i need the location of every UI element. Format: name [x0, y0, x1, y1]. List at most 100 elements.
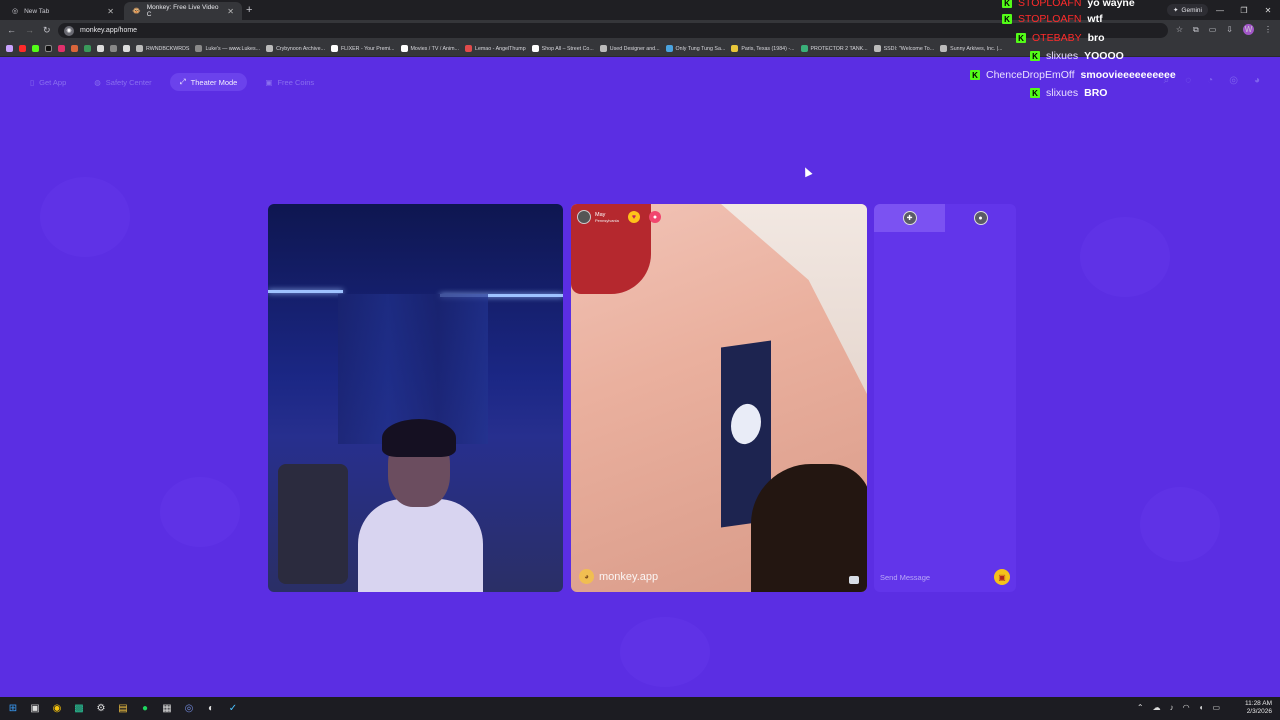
address-bar[interactable]: ◉ monkey.app/home [58, 23, 1168, 38]
bookmark-x[interactable] [45, 45, 52, 52]
bookmark-item[interactable]: Crybynoon Archive... [266, 45, 325, 52]
mic-icon[interactable]: ♪ [1170, 703, 1174, 712]
bookmark-misc-1[interactable] [71, 45, 78, 52]
close-tab-icon[interactable]: ✕ [107, 7, 114, 16]
back-icon[interactable]: ← [7, 24, 16, 36]
app-icon[interactable]: ✓ [226, 701, 240, 715]
chat-tabs: ✚ ● [874, 204, 1016, 232]
bookmark-item[interactable]: Luke's — www.Lukes... [195, 45, 260, 52]
led-strip [268, 290, 343, 293]
bookmark-favicon-icon [800, 45, 808, 52]
new-tab-button[interactable]: + [246, 3, 252, 17]
gift-icon[interactable]: ▣ [994, 569, 1010, 585]
bookmark-youtube[interactable] [19, 45, 26, 52]
background-pattern [160, 477, 240, 547]
bookmark-kick[interactable] [32, 45, 39, 52]
bookmark-favicon-icon [330, 45, 338, 52]
bookmark-label: Shop All – Street Co... [541, 45, 594, 52]
app-icon[interactable]: ▩ [72, 701, 86, 715]
system-tray: ⌃ ☁ ♪ ◠ ◖ ▭ [1137, 703, 1220, 712]
tab-remote-user[interactable]: ● [945, 204, 1016, 232]
bookmark-item[interactable]: RWNDBCKWRDS [136, 45, 189, 52]
bookmark-label: FLIXER - Your Premi... [340, 45, 395, 52]
bookmark-item[interactable]: Only Tung Tung Sa... [665, 45, 726, 52]
gaming-chair [278, 464, 348, 584]
bookmark-item[interactable]: Movies / TV / Anim... [400, 45, 459, 52]
bookmark-misc-5[interactable] [123, 45, 130, 52]
bookmark-label: Only Tung Tung Sa... [675, 45, 726, 52]
file-explorer-icon[interactable]: ▤ [116, 701, 130, 715]
kick-icon: K [1030, 51, 1040, 61]
store-icon[interactable]: ◌ [1185, 75, 1191, 86]
remote-user-badge[interactable]: May Pennsylvania [577, 210, 619, 224]
get-app-button[interactable]: ▯ Get App [20, 73, 76, 91]
battery-icon[interactable]: ▭ [1212, 703, 1220, 712]
theater-mode-button[interactable]: ⤢ Theater Mode [169, 73, 248, 91]
tab-new-tab[interactable]: ◎ New Tab ✕ [4, 2, 122, 20]
chevron-up-icon[interactable]: ⌃ [1137, 703, 1144, 712]
tab-monkey[interactable]: 🐵 Monkey: Free Live Video C ✕ [124, 2, 242, 20]
camera-icon[interactable] [849, 576, 859, 584]
app-icon[interactable]: ▦ [160, 701, 174, 715]
bookmark-misc-2[interactable] [84, 45, 91, 52]
menu-icon[interactable]: ⋮ [1264, 25, 1272, 34]
app-icon[interactable]: ◐ [204, 701, 218, 715]
windows-start-icon[interactable]: ⊞ [6, 701, 20, 715]
friends-icon[interactable]: ◔ [1207, 75, 1213, 86]
taskbar-clock[interactable]: 11:28 AM 2/3/2026 [1245, 700, 1272, 716]
close-tab-icon[interactable]: ✕ [227, 7, 234, 16]
profile-icon[interactable]: ◕ [1254, 75, 1260, 86]
forward-icon[interactable]: → [25, 24, 34, 36]
bookmark-item[interactable]: Shop All – Street Co... [531, 45, 594, 52]
safety-center-button[interactable]: ◍ Safety Center [84, 73, 161, 91]
close-window-icon[interactable]: ✕ [1256, 6, 1280, 15]
report-icon[interactable]: ● [649, 211, 661, 223]
bookmark-item[interactable]: Paris, Texas (1984) -... [731, 45, 795, 52]
minimize-icon[interactable]: — [1208, 6, 1232, 15]
monkey-favicon-icon: 🐵 [132, 8, 141, 15]
profile-avatar[interactable]: W [1243, 24, 1254, 35]
shield-icon: ◍ [94, 77, 101, 87]
kick-icon: K [970, 70, 980, 80]
restore-icon[interactable]: ❐ [1232, 6, 1256, 15]
chrome-icon[interactable]: ◉ [50, 701, 64, 715]
bookmark-label: SSDI: "Welcome To... [883, 45, 935, 52]
site-info-icon[interactable]: ◉ [64, 25, 74, 36]
bookmark-misc-4[interactable] [110, 45, 117, 52]
bookmark-apps[interactable] [6, 45, 13, 52]
tab-local-user[interactable]: ✚ [874, 204, 945, 232]
url-text: monkey.app/home [80, 27, 138, 34]
bookmark-item[interactable]: FLIXER - Your Premi... [330, 45, 395, 52]
settings-icon[interactable]: ⚙ [94, 701, 108, 715]
toolbar-icons: ☆ ⧉ ▭ ⇩ W ⋮ [1176, 24, 1272, 35]
free-coins-button[interactable]: ▣ Free Coins [255, 73, 324, 91]
spotify-icon[interactable]: ● [138, 701, 152, 715]
bookmark-favicon-icon [195, 45, 203, 52]
discord-icon[interactable]: ◎ [182, 701, 196, 715]
chat-message: K slixues YOOOO [1030, 50, 1124, 62]
bookmark-misc-3[interactable] [97, 45, 104, 52]
download-icon[interactable]: ⇩ [1226, 25, 1233, 34]
chat-icon[interactable]: ◎ [1229, 75, 1238, 86]
gemini-button[interactable]: ✦ Gemini [1166, 4, 1208, 16]
bookmark-item[interactable]: PROTECTOR 2 TANK... [800, 45, 868, 52]
bookmark-item[interactable]: Used Designer and... [599, 45, 660, 52]
bookmark-label: PROTECTOR 2 TANK... [810, 45, 868, 52]
extensions-icon[interactable]: ⧉ [1193, 25, 1199, 35]
reload-icon[interactable]: ↻ [43, 24, 51, 36]
monkey-watermark: ◕ monkey.app [579, 569, 658, 584]
volume-icon[interactable]: ◖ [1199, 703, 1204, 712]
chat-panel: ✚ ● ▣ [874, 204, 1016, 592]
star-icon[interactable]: ☆ [1176, 25, 1183, 34]
kick-icon: K [1016, 33, 1026, 43]
cast-icon[interactable]: ▭ [1209, 25, 1217, 34]
task-view-icon[interactable]: ▣ [28, 701, 42, 715]
bookmark-item[interactable]: SSDI: "Welcome To... [873, 45, 935, 52]
chat-message-input[interactable] [880, 572, 990, 582]
wifi-icon[interactable]: ◠ [1183, 703, 1190, 712]
like-heart-icon[interactable]: ♥ [628, 211, 640, 223]
onedrive-icon[interactable]: ☁ [1153, 703, 1161, 712]
bookmark-item[interactable]: Lemao - AngelThump [465, 45, 526, 52]
bookmark-instagram[interactable] [58, 45, 65, 52]
bookmark-item[interactable]: Sunny Arkives, Inc. |... [940, 45, 1002, 52]
